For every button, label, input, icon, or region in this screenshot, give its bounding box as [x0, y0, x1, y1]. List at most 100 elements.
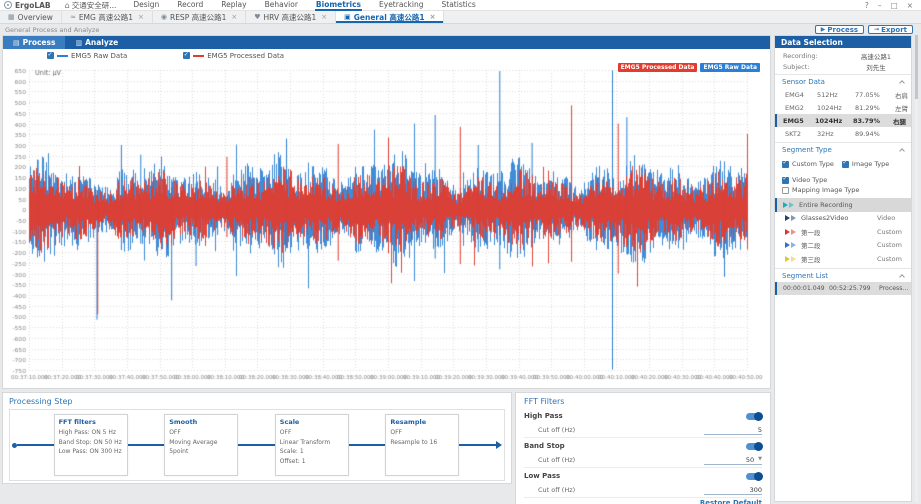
menu-item-behavior[interactable]: Behavior — [264, 0, 299, 11]
export-button[interactable]: → Export — [868, 25, 913, 34]
segment-row-第三段[interactable]: 第三段Custom — [775, 252, 911, 266]
process-icon: ▶ — [821, 26, 826, 33]
sensor-row-skt2[interactable]: SKT232Hz89.94% — [775, 127, 911, 140]
cutoff-input[interactable]: 5 — [704, 426, 762, 435]
scrollbar — [915, 35, 918, 502]
tab-icon: ▣ — [344, 13, 351, 21]
sensor-row-emg5[interactable]: EMG51024Hz83.79%右腿 — [775, 114, 911, 127]
segment-type-header[interactable]: Segment Type — [775, 142, 911, 156]
app-logo-icon — [4, 1, 12, 9]
segment-row-第二段[interactable]: 第二段Custom — [775, 239, 911, 253]
sensor-name: EMG2 — [785, 104, 817, 112]
fft-filter-rows: High PassCut off (Hz)5Band StopCut off (… — [524, 409, 762, 499]
help-icon[interactable]: ? — [865, 1, 869, 10]
sensor-data-header[interactable]: Sensor Data — [775, 74, 911, 88]
processing-card-smooth[interactable]: SmoothOFFMoving Average5point — [164, 414, 238, 476]
sensor-name: EMG5 — [783, 117, 815, 125]
panel-tab-analyze[interactable]: ▥Analyze — [65, 36, 128, 49]
segment-row-entire-recording[interactable]: Entire Recording — [775, 198, 911, 212]
segment-flag-icon — [785, 215, 801, 221]
filter-toggle[interactable] — [746, 443, 762, 450]
segment-list-row[interactable]: 00:00:01.04900:52:25.799Process... — [775, 282, 911, 295]
tab-label: RESP 高速公路1 — [170, 12, 226, 23]
sensor-row-emg2[interactable]: EMG21024Hz81.29%左臂 — [775, 101, 911, 114]
sensor-rate: 32Hz — [817, 130, 855, 138]
process-button[interactable]: ▶ Process — [815, 25, 864, 34]
restore-default-link[interactable]: Restore Default — [524, 499, 762, 504]
legend-checkbox[interactable] — [183, 52, 190, 59]
emg-chart-canvas[interactable] — [3, 62, 763, 384]
legend-checkbox[interactable] — [47, 52, 54, 59]
processing-card-resample[interactable]: ResampleOFFResample to 16 — [385, 414, 459, 476]
type-filter-checkbox[interactable] — [782, 161, 789, 168]
tab-close-icon[interactable]: × — [138, 13, 144, 21]
filter-row-low-pass: Low Pass — [524, 469, 762, 483]
filter-toggle[interactable] — [746, 413, 762, 420]
minimize-icon[interactable]: – — [878, 1, 882, 10]
sensor-quality: 81.29% — [855, 104, 895, 112]
type-filter-checkbox[interactable] — [782, 187, 789, 194]
panel-tab-label: Process — [23, 38, 56, 47]
segment-row-glasses2video[interactable]: Glasses2VideoVideo — [775, 212, 911, 226]
tab-icon: ▦ — [8, 13, 15, 21]
tab-resp-高速公路1[interactable]: ◉RESP 高速公路1× — [153, 11, 246, 23]
panel-tab-icon: ▤ — [13, 39, 20, 47]
panel-tab-bar: ▤Process▥Analyze — [3, 36, 770, 49]
flow-connector — [17, 444, 54, 446]
sensor-row-emg4[interactable]: EMG4512Hz77.05%右肩 — [775, 88, 911, 101]
tab-close-icon[interactable]: × — [231, 13, 237, 21]
menu-item-statistics[interactable]: Statistics — [441, 0, 477, 11]
processing-card-fft-filters[interactable]: FFT filtersHigh Pass: ON 5 HzBand Stop: … — [54, 414, 128, 476]
processing-card-scale[interactable]: ScaleOFFLinear TransformScale: 1Offset: … — [275, 414, 349, 476]
card-line: Scale: 1 — [280, 447, 344, 457]
legend-item-emg5-raw-data: EMG5 Raw Data — [47, 52, 127, 60]
filter-cutoff-row: Cut off (Hz)50▼ — [524, 453, 762, 468]
tab-close-icon[interactable]: × — [321, 13, 327, 21]
type-filter-checkbox[interactable] — [842, 161, 849, 168]
maximize-icon[interactable]: □ — [891, 1, 898, 10]
segment-row-第一段[interactable]: 第一段Custom — [775, 225, 911, 239]
segment-flag-icon — [785, 242, 801, 248]
menu-item-replay[interactable]: Replay — [220, 0, 247, 11]
scrollbar-thumb[interactable] — [915, 35, 918, 99]
recording-label: Recording: — [783, 52, 841, 60]
project-switcher[interactable]: ⌂ 交通安全研... — [65, 0, 117, 11]
subject-value: 刘先生 — [841, 62, 911, 72]
cutoff-select[interactable]: 50▼ — [704, 456, 762, 465]
sensor-table: EMG4512Hz77.05%右肩EMG21024Hz81.29%左臂EMG51… — [775, 88, 911, 140]
tab-icon: ♥ — [254, 13, 260, 21]
menu-item-record[interactable]: Record — [176, 0, 204, 11]
legend-line-sample — [57, 55, 68, 57]
chart-card: ▤Process▥Analyze EMG5 Raw DataEMG5 Proce… — [2, 35, 771, 389]
menu-item-design[interactable]: Design — [132, 0, 160, 11]
flag-icon — [783, 202, 788, 208]
panel-tab-process[interactable]: ▤Process — [3, 36, 65, 49]
type-filter-mapping-image-type: Mapping Image Type — [782, 186, 859, 194]
type-filter-checkbox[interactable] — [782, 177, 789, 184]
card-line: Moving Average — [169, 438, 233, 448]
tab-overview[interactable]: ▦Overview — [0, 11, 62, 23]
flag-icon — [789, 202, 794, 208]
legend-line-sample — [193, 55, 204, 57]
close-icon[interactable]: × — [907, 1, 913, 10]
project-name: 交通安全研... — [72, 0, 117, 11]
filter-toggle[interactable] — [746, 473, 762, 480]
tab-emg-高速公路1[interactable]: ≈EMG 高速公路1× — [62, 11, 153, 23]
menu-item-biometrics[interactable]: Biometrics — [315, 0, 362, 11]
legend-label: EMG5 Processed Data — [207, 52, 284, 60]
chart-area: EMG5 Processed DataEMG5 Raw Data — [3, 62, 770, 388]
flow-arrow-icon — [496, 441, 502, 449]
collapse-icon — [899, 274, 905, 280]
tab-label: General 高速公路1 — [354, 12, 425, 23]
segment-flag-icon — [785, 256, 801, 262]
tab-label: HRV 高速公路1 — [264, 12, 317, 23]
cutoff-input[interactable]: 300 — [704, 486, 762, 495]
segment-list-header[interactable]: Segment List — [775, 268, 911, 282]
sensor-quality: 83.79% — [853, 117, 893, 125]
tab-hrv-高速公路1[interactable]: ♥ HRV 高速公路1 × — [246, 11, 336, 23]
tab-general-高速公路1[interactable]: ▣General 高速公路1 × — [336, 11, 444, 23]
filter-cutoff-row: Cut off (Hz)5 — [524, 423, 762, 438]
menu-item-eyetracking[interactable]: Eyetracking — [378, 0, 424, 11]
tab-close-icon[interactable]: × — [430, 13, 436, 21]
toggle-knob — [754, 442, 763, 451]
